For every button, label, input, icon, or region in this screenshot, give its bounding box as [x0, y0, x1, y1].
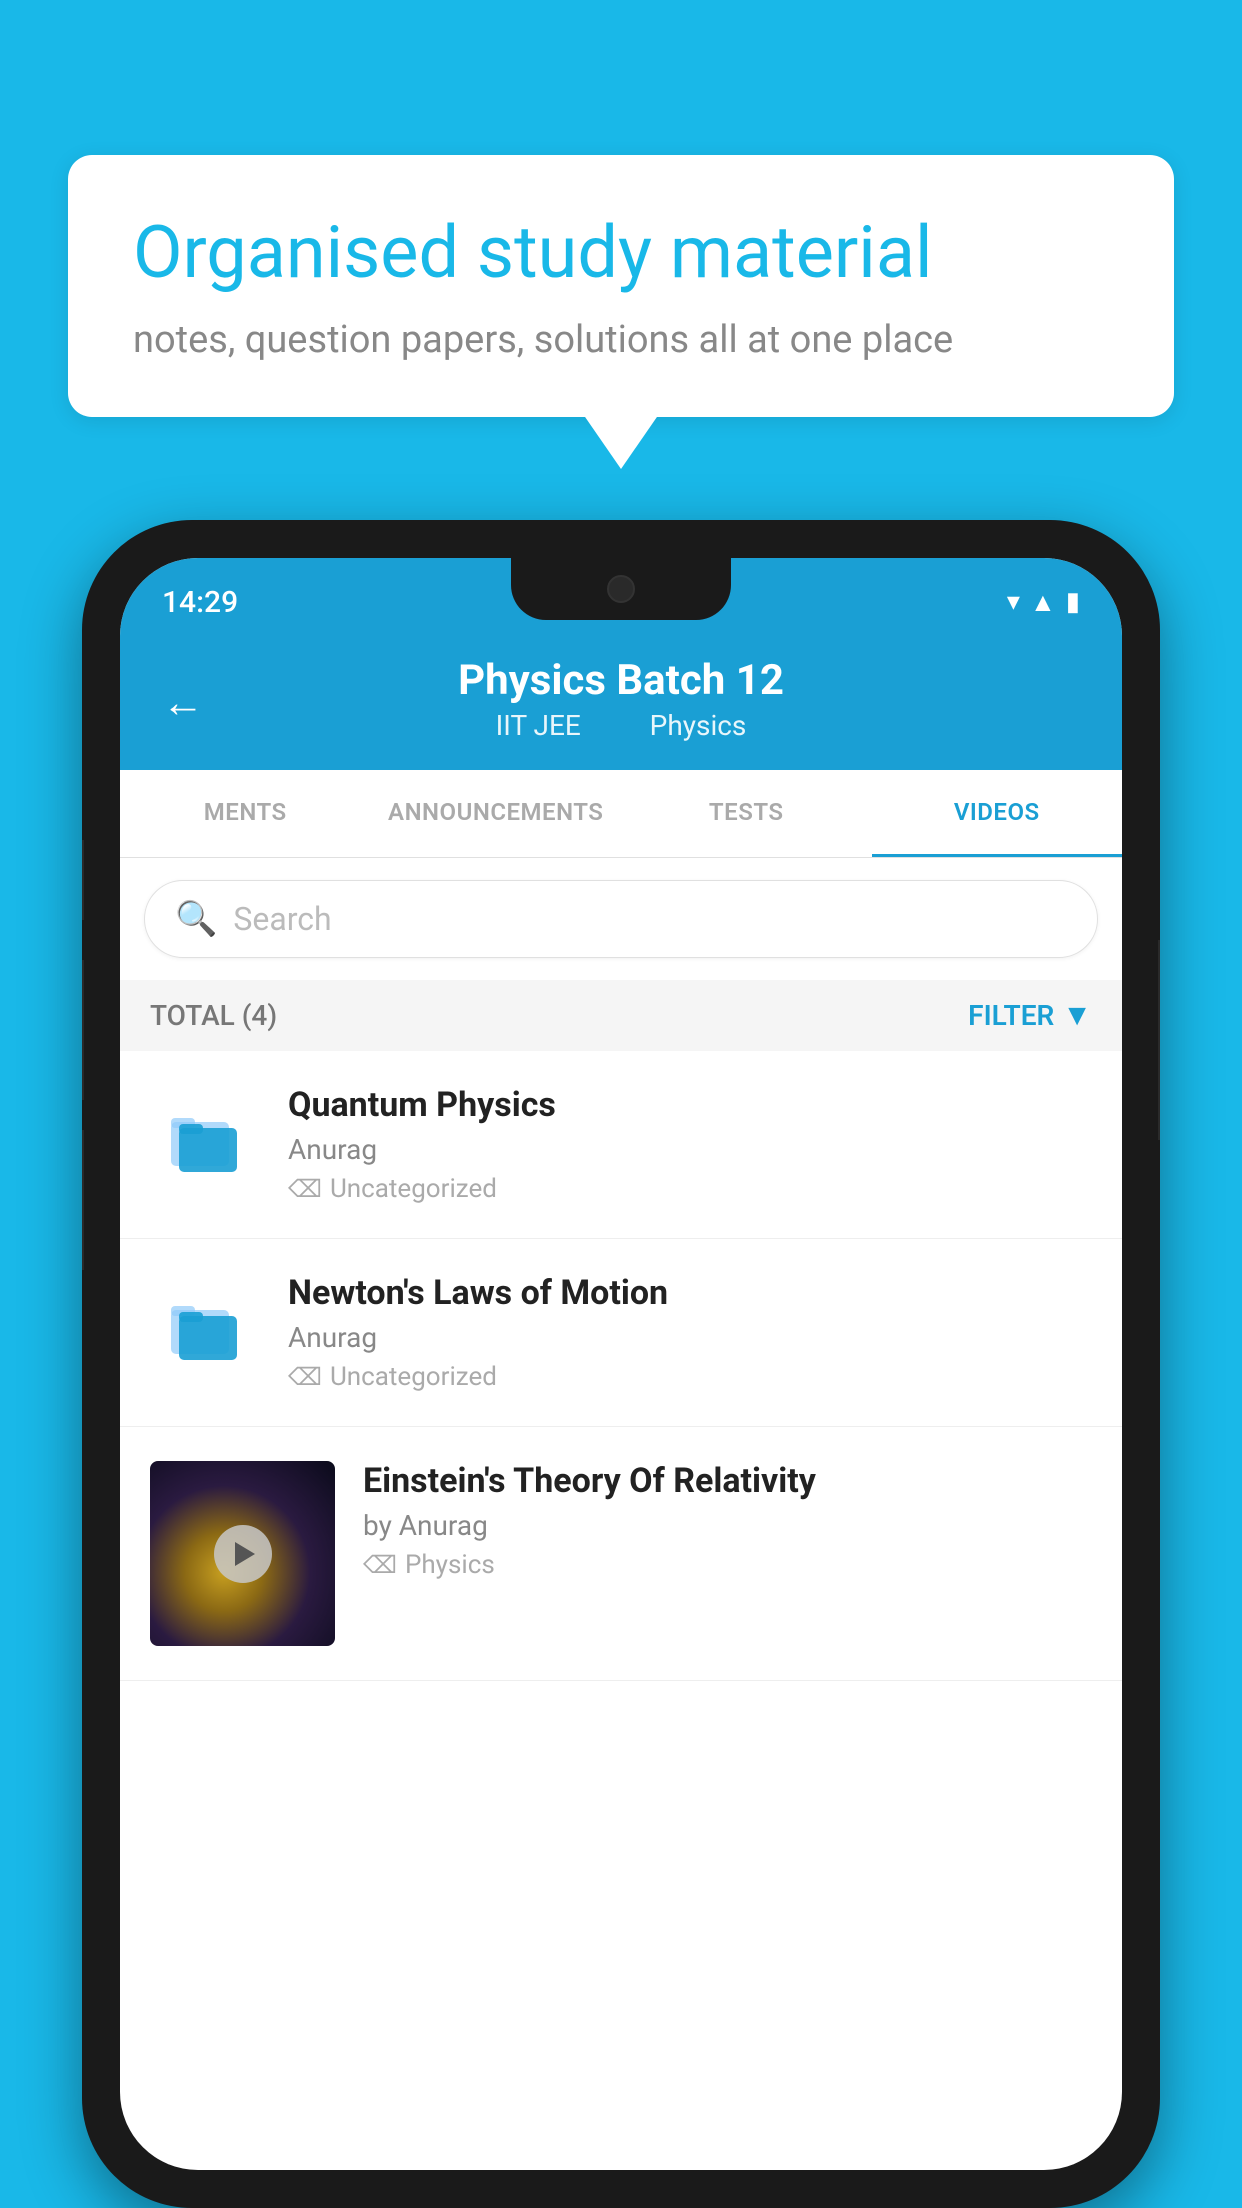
search-placeholder: Search [233, 900, 331, 938]
header-subtitle-sep [612, 709, 626, 742]
filter-label: FILTER [968, 999, 1054, 1032]
video-tag: ⌫ Uncategorized [288, 1174, 1092, 1204]
silent-button [82, 1130, 84, 1270]
play-button[interactable] [214, 1525, 272, 1583]
tag-label: Physics [405, 1550, 495, 1580]
search-icon: 🔍 [175, 899, 217, 939]
tab-tests[interactable]: TESTS [621, 770, 872, 857]
tag-label: Uncategorized [330, 1174, 497, 1204]
power-button [1158, 940, 1160, 1140]
video-author: Anurag [288, 1133, 1092, 1166]
status-time: 14:29 [162, 585, 238, 620]
tab-announcements[interactable]: ANNOUNCEMENTS [371, 770, 622, 857]
phone-notch [511, 558, 731, 620]
header-subtitle: IIT JEE Physics [162, 709, 1080, 742]
video-info: Einstein's Theory Of Relativity by Anura… [363, 1461, 1092, 1580]
video-list: Quantum Physics Anurag ⌫ Uncategorized [120, 1051, 1122, 1681]
app-header: ← Physics Batch 12 IIT JEE Physics [120, 636, 1122, 770]
video-tag: ⌫ Physics [363, 1550, 1092, 1580]
phone-screen: 14:29 ▾ ▲ ▮ ← Physics Batch 12 IIT JEE P… [120, 558, 1122, 2170]
video-tag: ⌫ Uncategorized [288, 1362, 1092, 1392]
volume-down-button [82, 960, 84, 1100]
wifi-icon: ▾ [1007, 587, 1020, 617]
folder-svg [165, 1288, 245, 1368]
list-item[interactable]: Newton's Laws of Motion Anurag ⌫ Uncateg… [120, 1239, 1122, 1427]
filter-funnel-icon: ▼ [1062, 998, 1092, 1033]
play-triangle-icon [235, 1542, 255, 1566]
video-author: by Anurag [363, 1509, 1092, 1542]
tab-videos[interactable]: VIDEOS [872, 770, 1123, 857]
status-icons: ▾ ▲ ▮ [1007, 587, 1080, 618]
folder-icon [150, 1273, 260, 1383]
front-camera [607, 575, 635, 603]
tag-icon: ⌫ [363, 1551, 397, 1579]
volume-up-button [82, 840, 84, 920]
video-title: Einstein's Theory Of Relativity [363, 1461, 1092, 1501]
tabs-bar: MENTS ANNOUNCEMENTS TESTS VIDEOS [120, 770, 1122, 858]
header-subtitle-iit: IIT JEE [496, 709, 581, 742]
video-author: Anurag [288, 1321, 1092, 1354]
header-title: Physics Batch 12 [162, 656, 1080, 705]
video-thumbnail [150, 1461, 335, 1646]
phone-frame: 14:29 ▾ ▲ ▮ ← Physics Batch 12 IIT JEE P… [82, 520, 1160, 2208]
folder-icon [150, 1085, 260, 1195]
speech-bubble-subtitle: notes, question papers, solutions all at… [133, 318, 1109, 362]
back-button[interactable]: ← [162, 679, 204, 728]
speech-bubble: Organised study material notes, question… [68, 155, 1174, 417]
battery-icon: ▮ [1066, 587, 1080, 617]
list-item[interactable]: Einstein's Theory Of Relativity by Anura… [120, 1427, 1122, 1681]
speech-bubble-title: Organised study material [133, 210, 1109, 296]
signal-icon: ▲ [1030, 587, 1056, 618]
video-title: Newton's Laws of Motion [288, 1273, 1092, 1313]
tag-icon: ⌫ [288, 1363, 322, 1391]
header-subtitle-physics: Physics [650, 709, 747, 742]
tag-label: Uncategorized [330, 1362, 497, 1392]
tab-ments[interactable]: MENTS [120, 770, 371, 857]
filter-bar: TOTAL (4) FILTER ▼ [120, 980, 1122, 1051]
video-info: Newton's Laws of Motion Anurag ⌫ Uncateg… [288, 1273, 1092, 1392]
search-bar[interactable]: 🔍 Search [144, 880, 1098, 958]
filter-button[interactable]: FILTER ▼ [968, 998, 1092, 1033]
tag-icon: ⌫ [288, 1175, 322, 1203]
total-count: TOTAL (4) [150, 999, 277, 1032]
list-item[interactable]: Quantum Physics Anurag ⌫ Uncategorized [120, 1051, 1122, 1239]
video-title: Quantum Physics [288, 1085, 1092, 1125]
folder-svg [165, 1100, 245, 1180]
video-info: Quantum Physics Anurag ⌫ Uncategorized [288, 1085, 1092, 1204]
